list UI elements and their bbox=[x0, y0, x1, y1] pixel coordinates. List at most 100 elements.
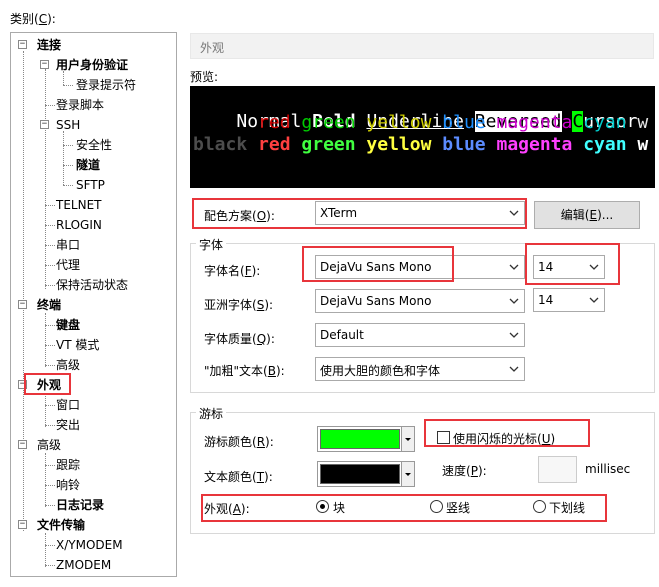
asian-font-label: 亚洲字体(S): bbox=[204, 298, 274, 312]
expander-file-transfer[interactable]: − bbox=[18, 520, 27, 529]
preview-bright-yellow: yellow bbox=[366, 134, 432, 155]
cursor-color-label: 游标颜色(R): bbox=[204, 435, 274, 449]
tree-item-security[interactable]: 安全性 bbox=[76, 137, 112, 153]
caret-down-icon bbox=[405, 438, 411, 441]
font-name-value: DejaVu Sans Mono bbox=[320, 260, 432, 274]
color-scheme-value: XTerm bbox=[320, 206, 358, 220]
shape-underline-radio[interactable] bbox=[533, 500, 546, 513]
blink-speed-input[interactable] bbox=[538, 456, 577, 483]
tree-item-window[interactable]: 窗口 bbox=[56, 397, 80, 413]
speed-unit-label: millisec bbox=[585, 462, 631, 476]
preview-bright-green: green bbox=[301, 134, 356, 155]
expander-connection[interactable]: − bbox=[18, 40, 27, 49]
tree-item-login-script[interactable]: 登录脚本 bbox=[56, 97, 104, 113]
tree-item-login-prompt[interactable]: 登录提示符 bbox=[76, 77, 136, 93]
preview-blue: blue bbox=[442, 112, 486, 133]
tree-item-vt-mode[interactable]: VT 模式 bbox=[56, 337, 99, 353]
font-quality-select[interactable]: Default bbox=[315, 323, 525, 347]
asian-font-select[interactable]: DejaVu Sans Mono bbox=[315, 289, 525, 313]
cursor-color-dropdown[interactable] bbox=[401, 427, 414, 451]
shape-underline-label[interactable]: 下划线 bbox=[549, 499, 585, 516]
tree-item-keepalive[interactable]: 保持活动状态 bbox=[56, 277, 128, 293]
preview-yellow: yellow bbox=[366, 112, 432, 133]
preview-white: w bbox=[637, 112, 649, 133]
text-color-dropdown[interactable] bbox=[401, 462, 414, 486]
chevron-down-icon bbox=[509, 264, 519, 270]
font-quality-value: Default bbox=[320, 328, 364, 342]
shape-block-radio[interactable] bbox=[316, 500, 329, 513]
tree-item-tunnel[interactable]: 隧道 bbox=[76, 157, 100, 173]
asian-font-size-select[interactable]: 14 bbox=[533, 288, 605, 312]
tree-item-zmodem[interactable]: ZMODEM bbox=[56, 557, 111, 573]
bold-text-label: "加粗"文本(B): bbox=[204, 364, 285, 378]
tree-item-advanced[interactable]: 高级 bbox=[37, 437, 61, 453]
bold-text-select[interactable]: 使用大胆的颜色和字体 bbox=[315, 357, 525, 381]
cursor-color-swatch bbox=[320, 429, 400, 449]
tree-item-advanced-terminal[interactable]: 高级 bbox=[56, 357, 80, 373]
cursor-shape-label: 外观(A): bbox=[204, 502, 250, 516]
edit-scheme-button[interactable]: 编辑(E)... bbox=[534, 201, 640, 229]
cursor-group-title: 游标 bbox=[196, 405, 227, 422]
preview-black: black bbox=[193, 134, 248, 155]
tree-item-rlogin[interactable]: RLOGIN bbox=[56, 217, 102, 233]
tree-item-proxy[interactable]: 代理 bbox=[56, 257, 80, 273]
tree-item-tracking[interactable]: 跟踪 bbox=[56, 457, 80, 473]
category-label: 类别(C): bbox=[10, 12, 56, 26]
tree-item-connection[interactable]: 连接 bbox=[37, 37, 61, 53]
category-tree[interactable]: − 连接 − 用户身份验证 登录提示符 登录脚本 − SSH 安全性 隧道 SF… bbox=[10, 32, 177, 577]
speed-label: 速度(P): bbox=[442, 464, 487, 478]
bold-text-value: 使用大胆的颜色和字体 bbox=[320, 364, 441, 378]
color-scheme-label: 配色方案(O): bbox=[204, 209, 275, 223]
preview-bright-blue: blue bbox=[442, 134, 486, 155]
tree-item-serial[interactable]: 串口 bbox=[56, 237, 80, 253]
tree-item-bell[interactable]: 响铃 bbox=[56, 477, 80, 493]
shape-vline-label[interactable]: 竖线 bbox=[446, 499, 470, 516]
chevron-down-icon bbox=[509, 298, 519, 304]
tree-item-appearance[interactable]: 外观 bbox=[37, 377, 61, 393]
text-color-swatch bbox=[320, 464, 400, 484]
font-quality-label: 字体质量(Q): bbox=[204, 332, 275, 346]
chevron-down-icon bbox=[509, 332, 519, 338]
asian-font-value: DejaVu Sans Mono bbox=[320, 294, 432, 308]
font-size-value: 14 bbox=[538, 260, 554, 274]
preview-label: 预览: bbox=[190, 70, 219, 84]
tree-item-xymodem[interactable]: X/YMODEM bbox=[56, 537, 123, 553]
tree-item-sftp[interactable]: SFTP bbox=[76, 177, 105, 193]
caret-down-icon bbox=[405, 473, 411, 476]
tree-item-ssh[interactable]: SSH bbox=[56, 117, 80, 133]
expander-advanced[interactable]: − bbox=[18, 440, 27, 449]
text-color-picker[interactable] bbox=[317, 461, 415, 487]
preview-red: red bbox=[258, 112, 291, 133]
asian-font-size-value: 14 bbox=[538, 293, 554, 307]
shape-block-label[interactable]: 块 bbox=[333, 499, 345, 516]
preview-bright-red: red bbox=[258, 134, 291, 155]
tree-item-terminal[interactable]: 终端 bbox=[37, 297, 61, 313]
tree-item-highlight[interactable]: 突出 bbox=[56, 417, 80, 433]
tree-item-keyboard[interactable]: 键盘 bbox=[56, 317, 80, 333]
expander-user-auth[interactable]: − bbox=[40, 60, 49, 69]
cursor-color-picker[interactable] bbox=[317, 426, 415, 452]
shape-vline-radio[interactable] bbox=[430, 500, 443, 513]
expander-ssh[interactable]: − bbox=[40, 120, 49, 129]
tree-item-logging[interactable]: 日志记录 bbox=[56, 497, 104, 513]
expander-appearance[interactable]: − bbox=[18, 380, 27, 389]
chevron-down-icon bbox=[509, 210, 519, 216]
chevron-down-icon bbox=[509, 366, 519, 372]
blink-cursor-checkbox[interactable] bbox=[437, 431, 450, 444]
preview-bright-cyan: cyan bbox=[583, 134, 627, 155]
font-size-select[interactable]: 14 bbox=[533, 255, 605, 279]
preview-cyan: cyan bbox=[583, 112, 627, 133]
tree-item-user-auth[interactable]: 用户身份验证 bbox=[56, 57, 128, 73]
color-scheme-select[interactable]: XTerm bbox=[315, 201, 525, 225]
font-group-title: 字体 bbox=[196, 236, 227, 253]
font-name-label: 字体名(F): bbox=[204, 264, 261, 278]
preview-green: green bbox=[301, 112, 356, 133]
terminal-preview: Normal Bold Underline Reversed Cursor re… bbox=[190, 86, 655, 188]
tree-item-file-transfer[interactable]: 文件传输 bbox=[37, 517, 85, 533]
chevron-down-icon bbox=[589, 297, 599, 303]
blink-cursor-label[interactable]: 使用闪烁的光标(U) bbox=[453, 430, 555, 447]
chevron-down-icon bbox=[589, 264, 599, 270]
expander-terminal[interactable]: − bbox=[18, 300, 27, 309]
tree-item-telnet[interactable]: TELNET bbox=[56, 197, 102, 213]
font-name-select[interactable]: DejaVu Sans Mono bbox=[315, 255, 525, 279]
